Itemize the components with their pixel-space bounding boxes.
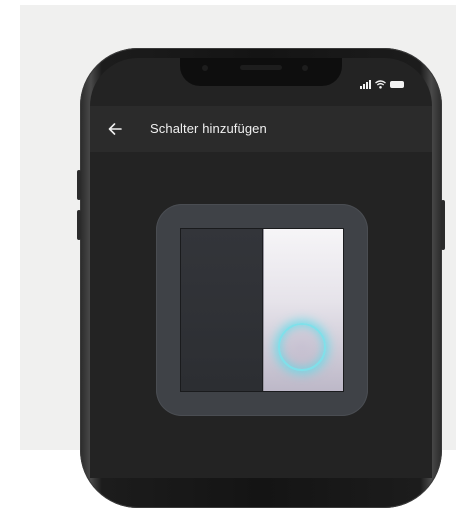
phone-screen: Schalter hinzufügen (90, 58, 432, 478)
canvas: Schalter hinzufügen (0, 0, 476, 508)
power-button (441, 200, 445, 250)
status-bar (360, 80, 404, 89)
switch-plate (180, 228, 344, 392)
battery-icon (390, 81, 404, 88)
signal-icon (360, 80, 371, 89)
switch-rocker-left (181, 229, 263, 391)
app-header: Schalter hinzufügen (90, 106, 432, 152)
light-switch-illustration (156, 204, 368, 416)
page-title: Schalter hinzufügen (150, 121, 267, 136)
wifi-icon (375, 80, 386, 89)
volume-up-button (77, 170, 81, 200)
switch-rocker-right (263, 229, 343, 391)
notch (180, 58, 342, 86)
volume-down-button (77, 210, 81, 240)
sensor-dot (202, 65, 208, 71)
camera-dot (302, 65, 308, 71)
touch-ring-icon (278, 323, 326, 371)
arrow-left-icon[interactable] (106, 120, 124, 138)
speaker-grille (240, 65, 282, 70)
